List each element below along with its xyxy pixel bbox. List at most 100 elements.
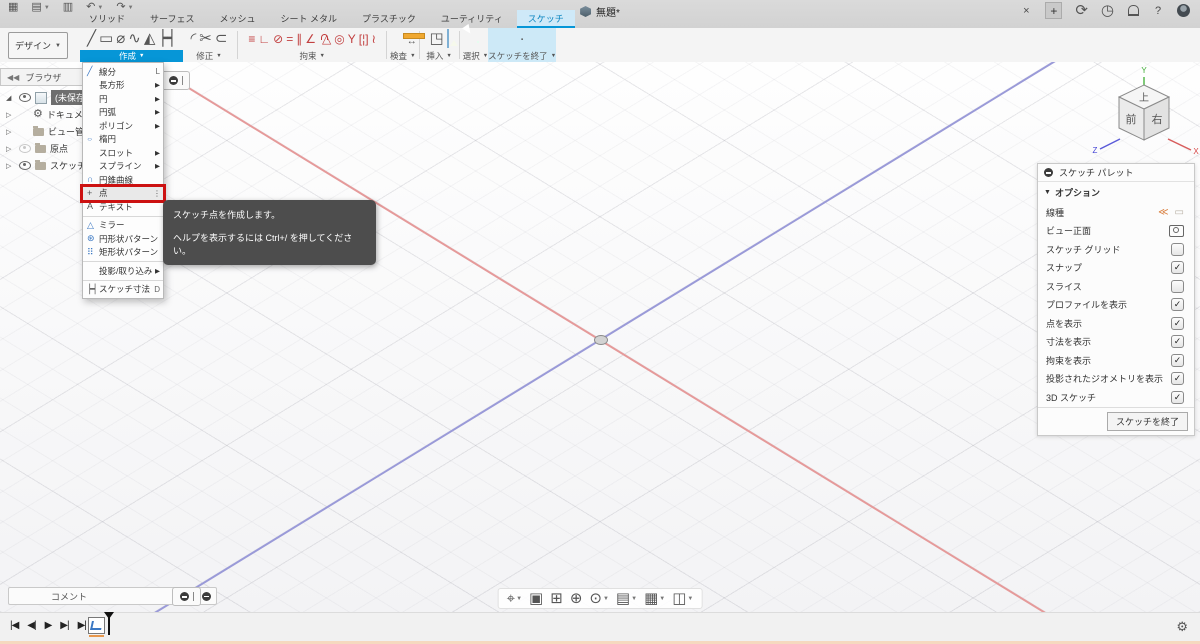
concentric-button[interactable]: ◎	[334, 30, 344, 48]
collapse-dot-icon[interactable]	[202, 591, 211, 601]
coincident-button[interactable]: ∟	[258, 30, 270, 48]
origin-point[interactable]	[594, 335, 608, 345]
timeline-play-button[interactable]: ▶	[45, 620, 53, 631]
tangent-button[interactable]: ⊘	[273, 30, 283, 48]
sketch-rectangle-button[interactable]: ▭	[99, 30, 113, 48]
equal-button[interactable]: =	[286, 30, 293, 48]
app-grid-button[interactable]: ▦	[8, 2, 18, 13]
group-label[interactable]: 挿入 ▼	[423, 50, 456, 62]
help-button[interactable]: ?	[1152, 4, 1164, 18]
menu-item-テキスト[interactable]: A テキスト	[83, 200, 163, 214]
timeline-step-back-button[interactable]: ◀|	[27, 620, 36, 631]
grid-layout-button[interactable]: ▦ ▼	[644, 591, 665, 606]
notifications-button[interactable]	[1127, 4, 1139, 18]
timeline-settings-gear-icon[interactable]: ⚙	[1176, 619, 1188, 635]
visibility-eye-off-icon[interactable]	[19, 144, 31, 153]
parallel-button[interactable]: ∥	[296, 30, 302, 48]
trim-button[interactable]: ✂	[199, 30, 212, 48]
tab-シート メタル[interactable]: シート メタル	[270, 10, 349, 28]
checkbox-checked[interactable]: ✓	[1171, 390, 1184, 404]
timeline-step-forward-button[interactable]: ▶|	[60, 620, 69, 631]
sketch-feature-icon[interactable]	[88, 617, 105, 637]
collapse-panel-icon[interactable]: ◀◀	[7, 73, 19, 82]
tab-メッシュ[interactable]: メッシュ	[208, 10, 266, 28]
checkbox-checked[interactable]: ✓	[1171, 353, 1184, 367]
pan-button[interactable]: ⊞	[550, 591, 563, 606]
checkbox-unchecked[interactable]	[1171, 242, 1184, 256]
new-doc-tab-button[interactable]: +	[1045, 2, 1063, 19]
viewcube-front-face[interactable]: 前	[1126, 112, 1137, 126]
sketch-dimension-button[interactable]: ┝┥	[158, 30, 176, 48]
look-at-button[interactable]: ▣	[529, 591, 543, 606]
construction-line-icon[interactable]: ≪	[1158, 207, 1168, 218]
checkbox-unchecked[interactable]	[1171, 279, 1184, 293]
group-label[interactable]: 作成 ▼	[80, 50, 184, 62]
fit-button[interactable]: ⊙ ▼	[589, 591, 609, 606]
perpendicular-button[interactable]: ∠	[305, 30, 316, 48]
sketch-mirror-button[interactable]: ◭	[144, 30, 156, 48]
group-label[interactable]: スケッチを終了 ▼	[488, 50, 556, 62]
collapsed-arrow-icon[interactable]: ▷	[6, 128, 15, 136]
menu-item-スロット[interactable]: スロット ▶	[83, 146, 163, 160]
group-label[interactable]: 選択 ▼	[463, 50, 488, 62]
expanded-arrow-icon[interactable]: ◢	[6, 94, 15, 102]
centerline-icon[interactable]: ▭	[1175, 207, 1184, 218]
sketch-palette-header[interactable]: スケッチ パレット	[1038, 164, 1194, 182]
menu-item-スケッチ寸法[interactable]: ┝┥ スケッチ寸法 D	[83, 283, 163, 297]
menu-item-投影/取り込み[interactable]: 投影/取り込み ▶	[83, 264, 163, 278]
checkbox-checked[interactable]: ✓	[1171, 372, 1184, 386]
recent-data-button[interactable]: ◷	[1101, 3, 1114, 18]
finish-check-button[interactable]: ·	[520, 30, 525, 48]
sketch-line-button[interactable]: ╱	[87, 30, 96, 48]
canvas-image-button[interactable]	[446, 29, 449, 48]
timeline-skip-start-button[interactable]: |◀	[10, 620, 19, 631]
comments-collapse-handle[interactable]	[172, 587, 201, 606]
menu-item-楕円[interactable]: ○ 楕円	[83, 133, 163, 147]
menu-item-円弧[interactable]: 円弧 ▶	[83, 106, 163, 120]
checkbox-checked[interactable]: ✓	[1171, 298, 1184, 312]
menu-item-点[interactable]: + 点 ⋮	[83, 186, 163, 200]
viewcube-right-face[interactable]: 右	[1152, 112, 1163, 126]
checkbox-checked[interactable]: ✓	[1171, 316, 1184, 330]
tab-スケッチ[interactable]: スケッチ	[516, 10, 575, 28]
options-section-header[interactable]: ▼ オプション	[1038, 182, 1194, 203]
viewcube-top-face[interactable]: 上	[1139, 92, 1149, 104]
collinear-button[interactable]: Y	[348, 30, 356, 48]
orbit-button[interactable]: ⌖ ▼	[507, 591, 522, 606]
fillet-button[interactable]: ◜	[190, 30, 196, 48]
group-label[interactable]: 検査 ▼	[390, 50, 415, 62]
menu-item-円錐曲線[interactable]: ∩ 円錐曲線	[83, 173, 163, 187]
menu-item-円形状パターン[interactable]: ⊛ 円形状パターン	[83, 232, 163, 246]
horizontal-vertical-button[interactable]: ≡	[248, 30, 255, 48]
tab-ソリッド[interactable]: ソリッド	[78, 10, 136, 28]
browser-collapse-handle[interactable]	[161, 71, 190, 90]
zoom-button[interactable]: ⊕	[570, 591, 583, 606]
collapsed-arrow-icon[interactable]: ▷	[6, 162, 15, 170]
tab-プラスチック[interactable]: プラスチック	[351, 10, 427, 28]
menu-item-線分[interactable]: ╱ 線分 L	[83, 65, 163, 79]
timeline-playhead[interactable]	[104, 612, 114, 635]
viewport-canvas[interactable]	[0, 62, 1200, 612]
insert-mesh-button[interactable]: ◳	[430, 30, 444, 48]
sketch-circle-button[interactable]: ⌀	[116, 30, 125, 48]
tab-サーフェス[interactable]: サーフェス	[139, 10, 205, 28]
menu-item-ポリゴン[interactable]: ポリゴン ▶	[83, 119, 163, 133]
visibility-eye-icon[interactable]	[19, 161, 31, 170]
menu-item-長方形[interactable]: 長方形 ▶	[83, 79, 163, 93]
tab-ユーティリティ[interactable]: ユーティリティ	[430, 10, 514, 28]
collapsed-arrow-icon[interactable]: ▷	[6, 145, 15, 153]
save-button[interactable]: ▥	[63, 2, 73, 13]
sketch-spline-button[interactable]: ∿	[128, 30, 141, 48]
collapse-dot-icon[interactable]	[1044, 168, 1053, 177]
file-menu-button[interactable]: ▤ ▼	[31, 2, 49, 13]
collapsed-arrow-icon[interactable]: ▷	[6, 111, 15, 119]
account-button[interactable]	[1177, 4, 1190, 18]
visibility-eye-icon[interactable]	[19, 93, 31, 102]
display-settings-button[interactable]: ▤ ▼	[616, 591, 637, 606]
group-label[interactable]: 修正 ▼	[183, 50, 234, 62]
look-at-camera-icon[interactable]	[1169, 224, 1184, 237]
close-doc-tab-button[interactable]: ×	[1020, 4, 1032, 18]
view-cube[interactable]: 上 前 右 Y X Z	[1088, 63, 1200, 163]
symmetry-button[interactable]: [¦]	[359, 30, 369, 48]
group-label[interactable]: 拘束 ▼	[241, 50, 383, 62]
